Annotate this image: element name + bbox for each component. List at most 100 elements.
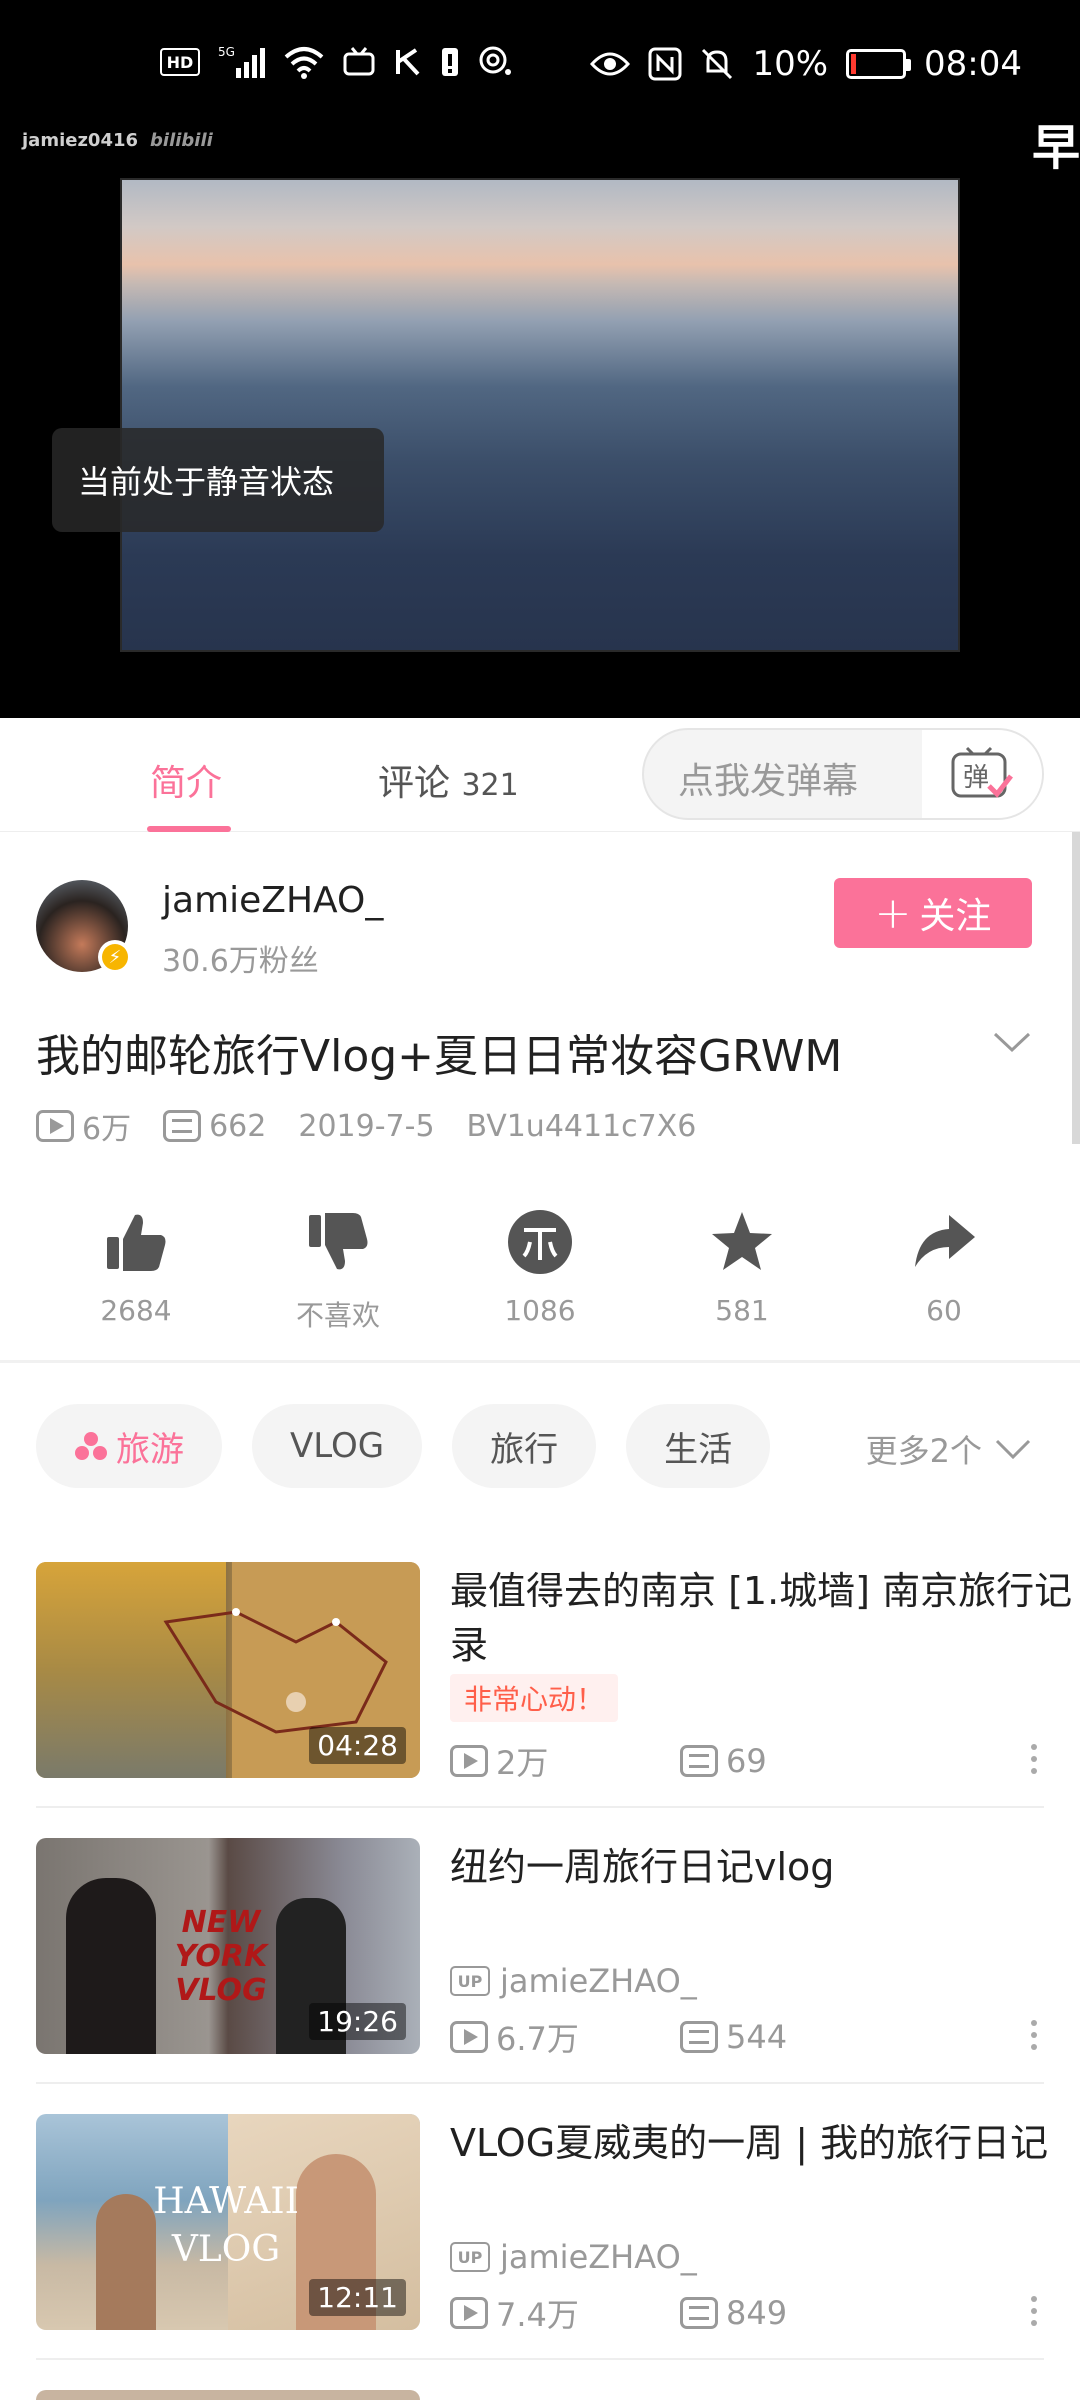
hotspot-icon [479,46,511,75]
play-count-icon [450,2297,488,2329]
video-thumbnail[interactable]: 04:28 [36,1562,420,1778]
related-video-3[interactable]: HAWAII VLOG 12:11 VLOG夏威夷的一周 | 我的旅行日记 UP… [36,2114,1048,2390]
related-title: VLOG夏威夷的一周 | 我的旅行日记 [450,2121,1049,2165]
video-thumbnail-partial[interactable] [36,2390,420,2400]
uploader-name[interactable]: jamieZHAO_ [162,880,383,921]
tag-label: 旅游 [116,1429,184,1470]
follow-button[interactable]: + 关注 [834,878,1032,948]
coin-count: 1086 [504,1294,576,1327]
share-count: 60 [926,1294,962,1327]
tv-icon [343,47,375,76]
related-video-1[interactable]: 04:28 最值得去的南京 [1.城墙] 南京旅行记录 非常心动！ 2万 69 [36,1562,1072,1838]
more-tags-button[interactable]: 更多2个 [866,1426,1032,1472]
view-count: 7.4万 [450,2290,680,2336]
related-uploader: UP jamieZHAO_ [450,1962,697,2000]
uploader-name: jamieZHAO_ [500,1962,697,2000]
view-count-value: 6.7万 [496,2020,579,2058]
k-icon [396,48,420,76]
danmaku-toggle-button[interactable]: 弹 [922,730,1042,818]
tab-active-indicator [147,826,231,832]
danmaku-count: 849 [680,2290,910,2336]
play-count-icon [450,1745,488,1777]
danmaku-count: 544 [680,2014,910,2060]
danmaku-count-icon [680,1745,718,1777]
play-count-icon [450,2021,488,2053]
danmaku-icon-text: 弹 [963,763,989,793]
chevron-down-icon [995,1439,1031,1460]
wifi-icon [284,47,324,79]
danmaku-count-value: 544 [726,2018,788,2056]
like-count: 2684 [100,1294,172,1327]
share-button[interactable]: 60 [864,1202,1024,1327]
player-watermark: jamiez0416 bilibili [22,130,213,151]
action-row: 2684 不喜欢 1086 581 60 [0,1202,1080,1362]
uploader-name: jamieZHAO_ [500,2238,697,2276]
tag-life[interactable]: 生活 [626,1404,771,1488]
player-edge-text: 早 [1031,120,1080,176]
video-thumbnail[interactable]: NEW YORK VLOG 19:26 [36,1838,420,2054]
section-divider [0,1360,1080,1363]
view-count: 6.7万 [450,2014,680,2060]
clock: 08:04 [924,44,1022,84]
view-count: 6万 [36,1104,131,1148]
eye-icon [590,52,631,76]
signal-icon: 5G [218,45,265,78]
more-options-icon[interactable] [1024,2296,1044,2326]
danmaku-count-icon [680,2297,718,2329]
view-count-value: 7.4万 [496,2296,579,2334]
video-duration: 12:11 [309,2279,406,2316]
video-thumbnail[interactable]: HAWAII VLOG 12:11 [36,2114,420,2330]
status-left-icons: HD 5G [160,44,512,80]
dislike-label: 不喜欢 [295,1299,380,1332]
danmaku-count: 69 [680,1738,910,1784]
uploader-fans: 30.6万粉丝 [162,944,319,979]
bilibili-logo: bilibili [150,130,213,151]
like-button[interactable]: 2684 [56,1202,216,1327]
nfc-icon [648,47,682,81]
view-count-value: 2万 [496,1744,549,1782]
danmaku-input[interactable]: 点我发弹幕 弹 [642,728,1044,820]
danmaku-count: 662 [163,1109,266,1144]
video-frame[interactable] [120,178,960,652]
video-player-area[interactable]: HD 5G 10% 08:04 jamiez0416 bilibili 早 当前处… [0,0,1080,718]
danmaku-count-value: 662 [209,1108,267,1144]
thumb-text: NEW YORK [174,1905,268,1974]
view-count-value: 6万 [82,1112,132,1147]
related-stats: 6.7万 544 [450,2014,910,2060]
more-options-icon[interactable] [1024,2020,1044,2050]
tab-comments-label: 评论 [378,763,451,804]
favorite-count: 581 [715,1294,769,1327]
tab-comments-count: 321 [461,768,519,803]
more-tags-label: 更多2个 [865,1432,982,1470]
coin-icon [508,1210,572,1274]
tab-intro[interactable]: 简介 [150,754,222,806]
play-count-icon [36,1110,74,1142]
thumbs-up-icon [107,1214,166,1271]
related-uploader: UP jamieZHAO_ [450,2238,697,2276]
more-options-icon[interactable] [1024,1744,1044,1774]
follow-label: 关注 [919,896,992,937]
dislike-button[interactable]: 不喜欢 [258,1202,418,1334]
coin-button[interactable]: 1086 [460,1202,620,1327]
thumb-text: VLOG [171,2229,281,2270]
related-stats: 2万 69 [450,1738,910,1784]
hd-icon: HD [160,48,200,76]
danmaku-count-value: 849 [726,2294,788,2332]
uploader-avatar[interactable]: ⚡ [36,880,132,974]
scrollbar[interactable] [1072,832,1080,1144]
share-icon [915,1215,975,1267]
tag-list: 旅游 VLOG 旅行 生活 [36,1404,771,1488]
tab-comments[interactable]: 评论 321 [378,754,519,806]
related-video-2[interactable]: NEW YORK VLOG 19:26 纽约一周旅行日记vlog UP jami… [36,1838,1044,2114]
status-right-icons: 10% 08:04 [590,44,1022,84]
tag-vlog[interactable]: VLOG [252,1404,423,1488]
tag-trip[interactable]: 旅行 [452,1404,597,1488]
view-count: 2万 [450,1738,680,1784]
favorite-button[interactable]: 581 [662,1202,822,1327]
danmaku-icon: 弹 [951,746,1013,798]
tag-travel[interactable]: 旅游 [36,1404,222,1488]
lightning-icon: ⚡ [102,944,128,970]
recommend-badge: 非常心动！ [450,1674,619,1722]
expand-chevron-icon[interactable] [992,1030,1032,1058]
mute-bell-icon [702,48,733,80]
